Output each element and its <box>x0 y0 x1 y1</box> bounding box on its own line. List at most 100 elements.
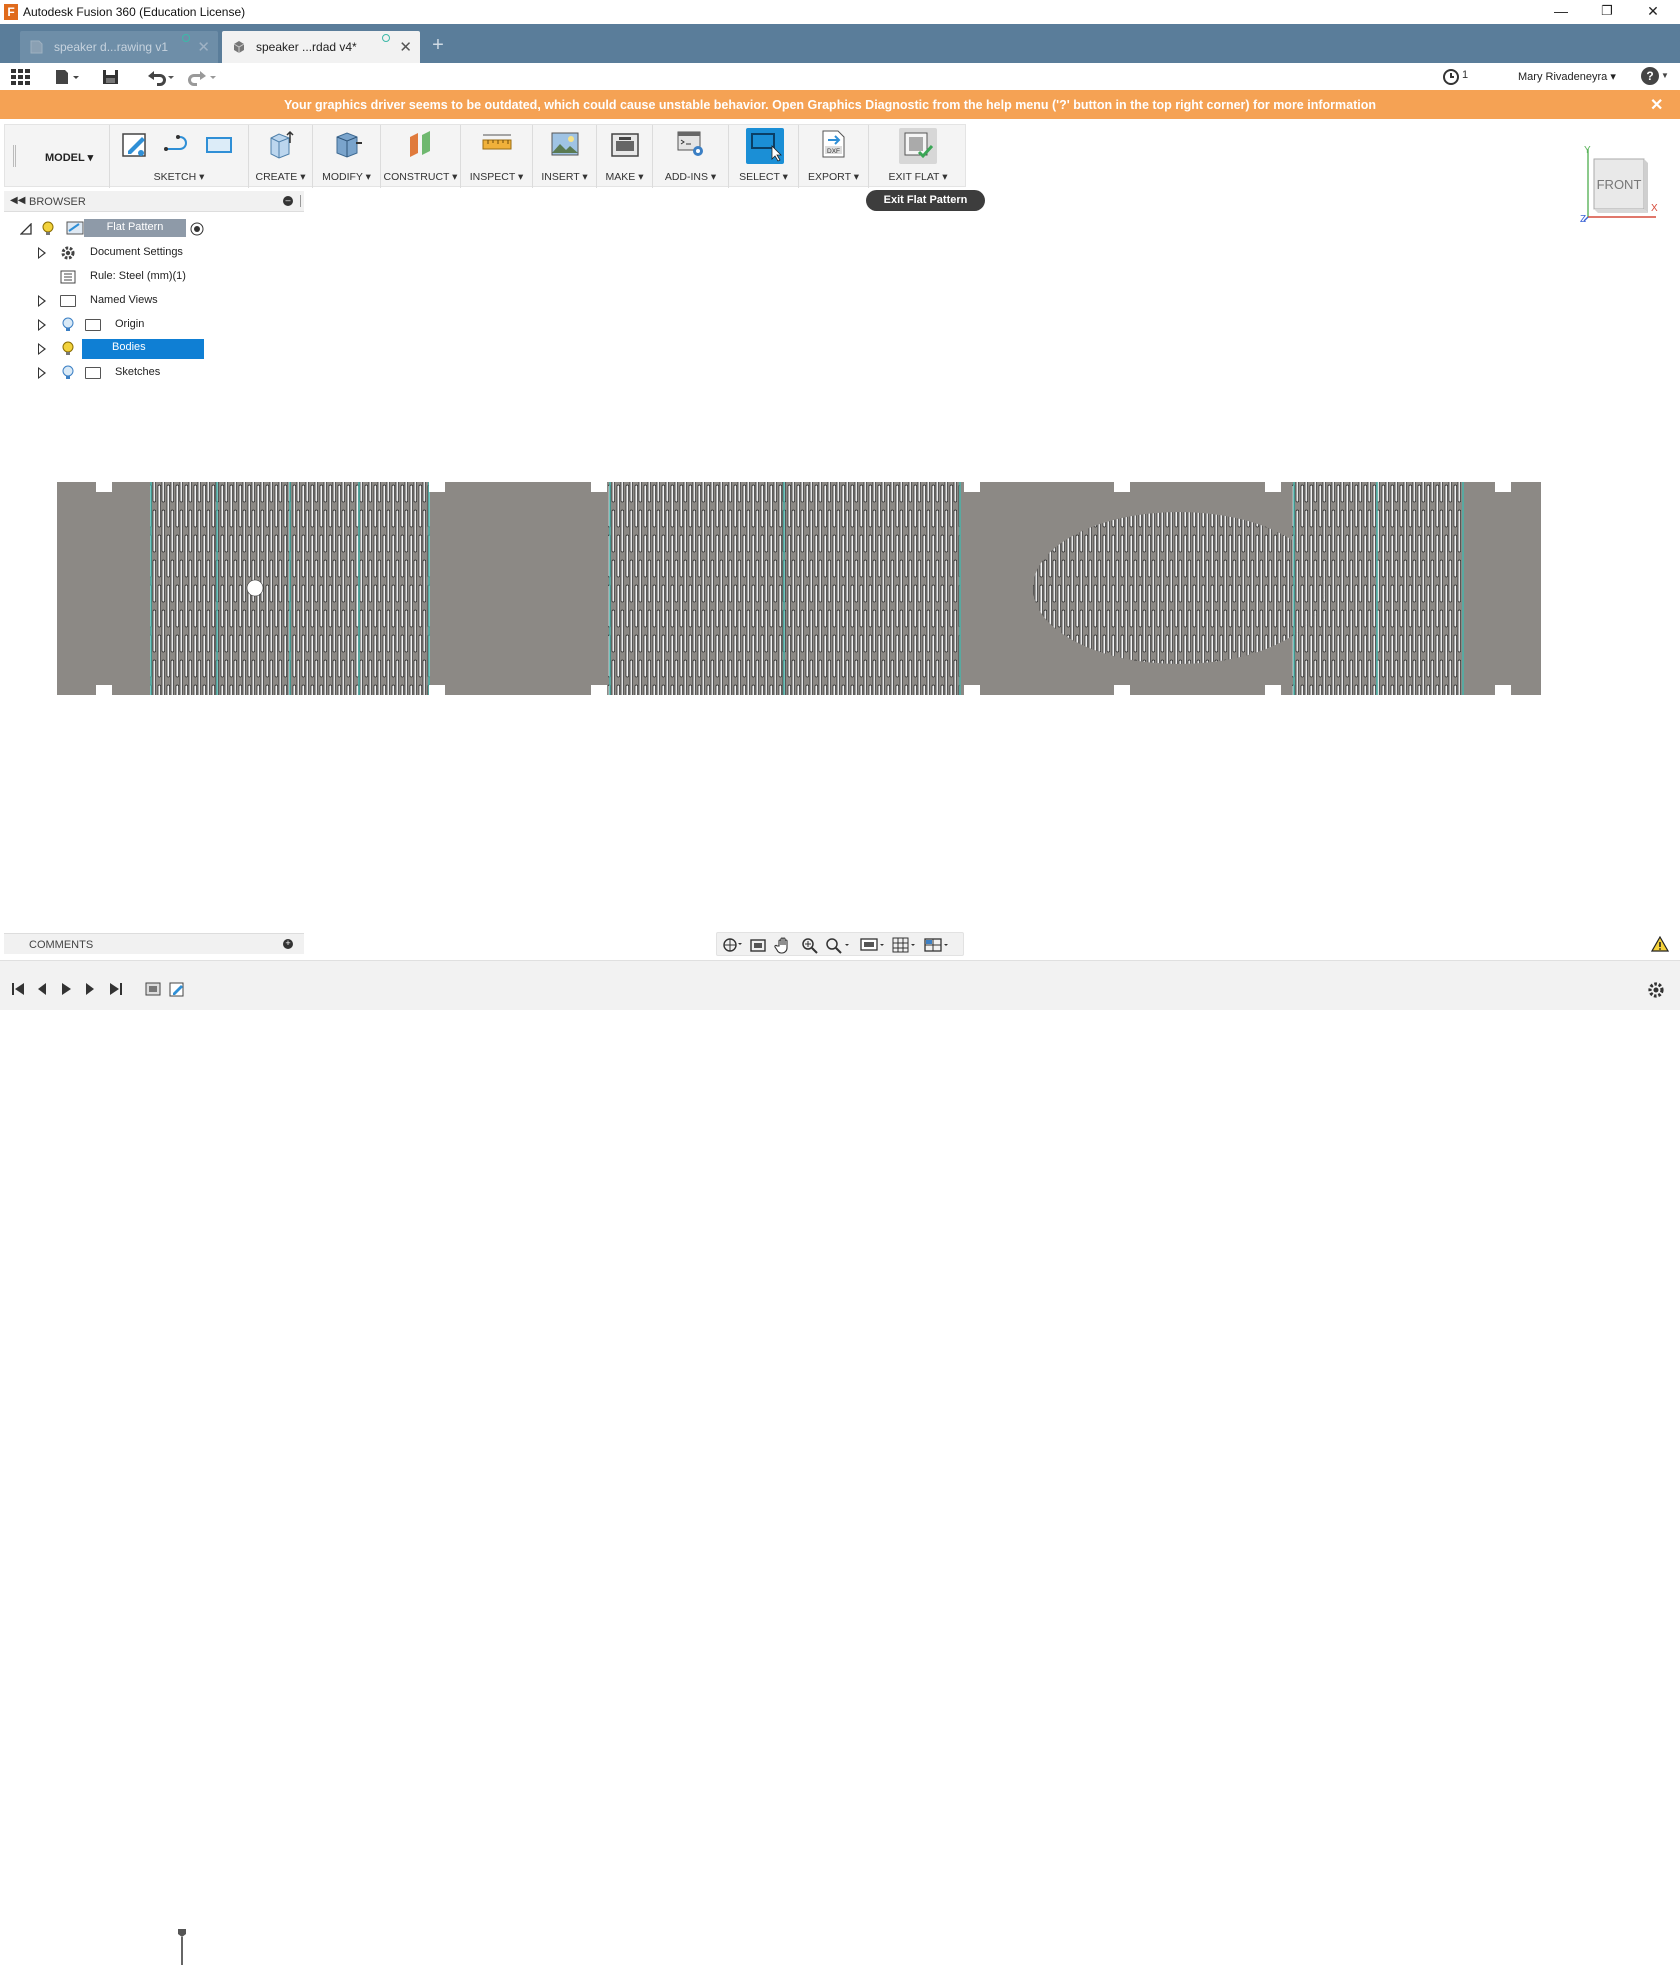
scripts-addins-icon[interactable] <box>676 129 706 159</box>
browser-pin-icon[interactable] <box>300 195 302 207</box>
tree-item-named-views[interactable]: Named Views <box>38 291 198 311</box>
job-status-count[interactable]: 1 <box>1462 69 1468 81</box>
tree-label-bodies[interactable]: Bodies <box>82 339 204 359</box>
browser-minimize-icon[interactable]: – <box>283 196 293 206</box>
warning-triangle-icon[interactable] <box>1651 936 1669 952</box>
make-menu[interactable]: MAKE ▾ <box>597 171 652 183</box>
display-settings-icon[interactable] <box>859 936 887 954</box>
tree-label-flat-pattern[interactable]: Flat Pattern <box>84 219 186 237</box>
comments-panel-header: COMMENTS + <box>4 933 304 954</box>
tree-label-origin[interactable]: Origin <box>115 318 144 330</box>
tree-item-bodies[interactable]: Bodies <box>38 339 204 359</box>
exit-flat-pattern-icon[interactable] <box>899 128 937 164</box>
export-menu[interactable]: EXPORT ▾ <box>799 171 868 183</box>
visibility-bulb-off-icon[interactable] <box>62 317 74 333</box>
grid-settings-icon[interactable] <box>891 936 919 954</box>
offset-plane-icon[interactable] <box>406 129 436 159</box>
press-pull-icon[interactable] <box>332 129 362 159</box>
insert-menu[interactable]: INSERT ▾ <box>533 171 596 183</box>
select-menu[interactable]: SELECT ▾ <box>729 171 798 183</box>
create-sketch-icon[interactable] <box>120 129 150 159</box>
tree-item-sheet-metal-rule[interactable]: Rule: Steel (mm)(1) <box>38 267 198 287</box>
tab-notch <box>1495 482 1511 492</box>
new-tab-button[interactable]: + <box>426 31 450 61</box>
step-forward-icon[interactable] <box>82 981 98 997</box>
select-window-icon[interactable] <box>746 128 784 164</box>
tree-item-sketches[interactable]: Sketches <box>38 363 198 383</box>
rectangle-tool-icon[interactable] <box>204 129 234 159</box>
collapse-triangle-icon[interactable] <box>20 223 32 235</box>
extrude-box-icon[interactable] <box>266 129 296 159</box>
exit-flat-menu[interactable]: EXIT FLAT ▾ <box>869 171 967 183</box>
visibility-bulb-off-icon[interactable] <box>62 365 74 381</box>
redo-icon[interactable] <box>186 67 216 87</box>
line-tool-icon[interactable] <box>162 129 192 159</box>
expand-arrow-icon[interactable] <box>38 319 46 331</box>
tree-label-sketches[interactable]: Sketches <box>115 366 160 378</box>
3d-print-icon[interactable] <box>610 129 640 159</box>
timeline-marker-icon[interactable] <box>176 1929 188 1965</box>
flat-pattern-body[interactable] <box>57 482 1541 695</box>
view-cube[interactable]: FRONT Y X Z <box>1580 145 1658 223</box>
tab-close-button[interactable]: ✕ <box>197 38 210 56</box>
undo-icon[interactable] <box>144 67 174 87</box>
data-panel-grid-icon[interactable] <box>10 67 30 87</box>
banner-message: Your graphics driver seems to be outdate… <box>284 98 1376 112</box>
save-icon[interactable] <box>102 67 120 87</box>
play-icon[interactable] <box>58 981 74 997</box>
expand-arrow-icon[interactable] <box>38 343 46 355</box>
restore-button[interactable]: ❐ <box>1584 0 1630 24</box>
pan-hand-icon[interactable] <box>773 936 795 954</box>
zoom-window-icon[interactable] <box>823 936 851 954</box>
inspect-menu[interactable]: INSPECT ▾ <box>461 171 532 183</box>
visibility-bulb-icon[interactable] <box>42 221 54 237</box>
help-icon[interactable]: ? <box>1641 67 1659 85</box>
document-tab-bar: speaker d...rawing v1 ✕ speaker ...rdad … <box>0 24 1680 63</box>
orbit-icon[interactable] <box>721 936 743 954</box>
activate-radio-icon[interactable] <box>190 222 204 236</box>
file-menu-icon[interactable] <box>54 67 80 87</box>
go-to-start-icon[interactable] <box>10 981 26 997</box>
create-menu[interactable]: CREATE ▾ <box>249 171 312 183</box>
tab-speaker-drawing[interactable]: speaker d...rawing v1 ✕ <box>20 31 218 63</box>
tree-label-rule[interactable]: Rule: Steel (mm)(1) <box>90 270 186 282</box>
user-account-menu[interactable]: Mary Rivadeneyra ▾ <box>1518 70 1616 83</box>
job-status-clock-icon[interactable] <box>1442 67 1460 87</box>
viewports-icon[interactable] <box>923 936 951 954</box>
help-caret-icon[interactable]: ▼ <box>1661 71 1669 80</box>
expand-arrow-icon[interactable] <box>38 247 46 259</box>
tree-label-named-views[interactable]: Named Views <box>90 294 158 306</box>
expand-arrow-icon[interactable] <box>38 367 46 379</box>
insert-canvas-image-icon[interactable] <box>550 129 580 159</box>
look-at-icon[interactable] <box>747 936 769 954</box>
ribbon-grip[interactable] <box>13 145 16 167</box>
close-window-button[interactable]: ✕ <box>1630 0 1676 24</box>
tree-label-document-settings[interactable]: Document Settings <box>90 246 183 258</box>
workspace-switcher[interactable]: MODEL ▾ <box>45 151 93 164</box>
add-comment-icon[interactable]: + <box>283 939 293 949</box>
view-cube-face-label[interactable]: FRONT <box>1597 177 1642 192</box>
go-to-end-icon[interactable] <box>108 981 124 997</box>
sketch-menu[interactable]: SKETCH ▾ <box>110 171 248 183</box>
construct-menu[interactable]: CONSTRUCT ▾ <box>381 171 460 183</box>
zoom-icon[interactable] <box>799 936 821 954</box>
tree-item-flat-pattern[interactable]: Flat Pattern <box>18 219 204 239</box>
measure-ruler-icon[interactable] <box>482 129 512 159</box>
collapse-browser-icon[interactable]: ◀◀ <box>10 195 25 206</box>
tab-close-button[interactable]: ✕ <box>399 38 412 56</box>
gear-icon <box>61 246 75 260</box>
banner-close-button[interactable]: ✕ <box>1650 95 1663 115</box>
tree-item-document-settings[interactable]: Document Settings <box>38 243 198 263</box>
minimize-button[interactable]: — <box>1538 0 1584 24</box>
tab-speaker-design[interactable]: speaker ...rdad v4* ✕ <box>222 31 420 63</box>
visibility-bulb-icon[interactable] <box>62 341 74 357</box>
addins-menu[interactable]: ADD-INS ▾ <box>653 171 728 183</box>
timeline-feature-sketch-icon[interactable] <box>168 980 186 998</box>
timeline-feature-flange-icon[interactable] <box>144 980 162 998</box>
modify-menu[interactable]: MODIFY ▾ <box>313 171 380 183</box>
export-dxf-icon[interactable]: DXF <box>819 129 849 159</box>
step-back-icon[interactable] <box>34 981 50 997</box>
timeline-settings-gear-icon[interactable] <box>1647 981 1665 999</box>
tree-item-origin[interactable]: Origin <box>38 315 198 335</box>
expand-arrow-icon[interactable] <box>38 295 46 307</box>
